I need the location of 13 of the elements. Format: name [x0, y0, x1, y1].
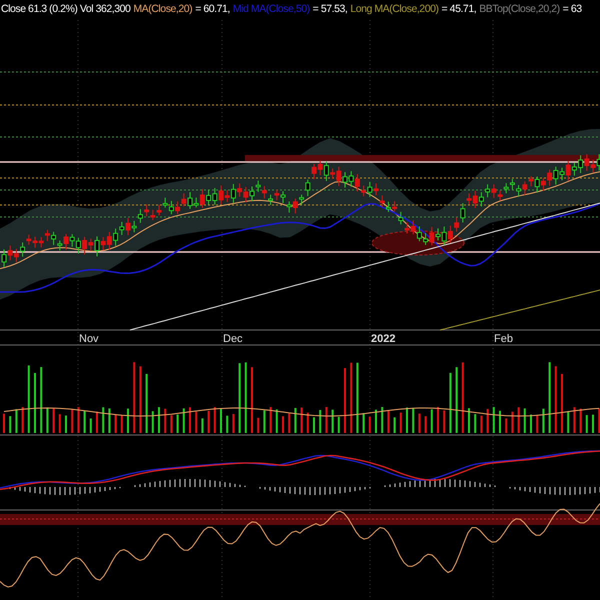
indicator-value: = 57.53,: [312, 2, 348, 17]
indicator-value: = 60.71,: [195, 2, 230, 17]
axis-label: Feb: [494, 333, 513, 345]
indicator-label: MA(Close,20): [133, 2, 192, 17]
axis-label: Nov: [79, 333, 99, 345]
indicator-value: = 45.71,: [442, 2, 476, 17]
axis-label: 2022: [371, 333, 396, 345]
indicator-label: BBTop(Close,20,2): [479, 2, 560, 17]
quote-text: Close 61.3 (0.2%) Vol 362,300: [1, 2, 130, 17]
indicator-label: Long MA(Close,200): [350, 2, 439, 17]
indicator-label: Mid MA(Close,50): [232, 2, 310, 17]
indicator-value: = 63: [562, 2, 582, 17]
axis-label: Dec: [223, 333, 243, 345]
